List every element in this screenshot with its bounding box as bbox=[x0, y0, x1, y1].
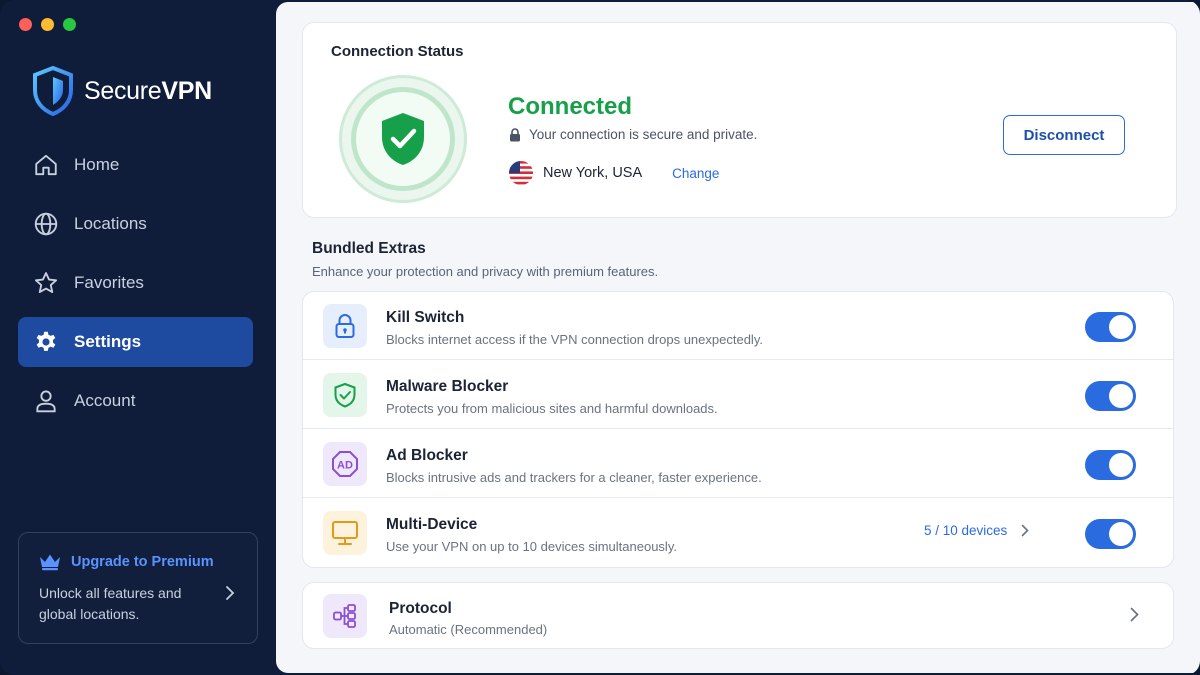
connection-indicator-inner bbox=[351, 87, 455, 191]
feature-icon-box bbox=[323, 373, 367, 417]
feature-name: Ad Blocker bbox=[386, 447, 468, 464]
current-location: New York, USA Change bbox=[509, 161, 719, 185]
lock-icon bbox=[335, 314, 355, 338]
main-content: Connection Status Connected Your connect… bbox=[276, 2, 1200, 673]
premium-title: Upgrade to Premium bbox=[71, 554, 214, 570]
multi-device-toggle[interactable] bbox=[1085, 519, 1136, 549]
shield-check-icon bbox=[382, 113, 424, 165]
feature-row-ad-blocker: AD Ad Blocker Blocks intrusive ads and t… bbox=[303, 430, 1173, 498]
secure-message: Your connection is secure and private. bbox=[509, 127, 757, 142]
connection-status-card: Connection Status Connected Your connect… bbox=[302, 22, 1177, 218]
shield-check-icon bbox=[334, 382, 356, 408]
user-icon bbox=[36, 390, 56, 413]
network-icon bbox=[333, 604, 356, 628]
app-window: SecureVPN Home Locations Favorites Setti… bbox=[0, 0, 1200, 675]
connection-status-title: Connection Status bbox=[331, 43, 464, 60]
home-icon bbox=[35, 154, 57, 176]
brand-name: SecureVPN bbox=[84, 76, 212, 105]
sidebar-item-settings[interactable]: Settings bbox=[18, 317, 253, 367]
connection-status-text: Connected bbox=[508, 93, 633, 120]
protocol-label: Protocol bbox=[389, 600, 452, 617]
location-name: New York, USA bbox=[543, 165, 643, 181]
feature-icon-box: AD bbox=[323, 442, 367, 486]
connection-indicator bbox=[339, 75, 467, 203]
chevron-right-icon bbox=[1130, 607, 1139, 622]
sidebar-item-label: Home bbox=[74, 155, 120, 174]
premium-description: Unlock all features and global locations… bbox=[39, 585, 182, 622]
ad-blocker-toggle[interactable] bbox=[1085, 450, 1136, 480]
feature-name: Kill Switch bbox=[386, 309, 465, 326]
sidebar-item-home[interactable]: Home bbox=[18, 140, 253, 190]
devices-count: 5 / 10 devices bbox=[924, 523, 1008, 538]
sidebar-item-label: Locations bbox=[74, 214, 147, 233]
protocol-value: Automatic (Recommended) bbox=[389, 622, 548, 637]
feature-description: Use your VPN on up to 10 devices simulta… bbox=[386, 539, 677, 554]
sidebar-item-account[interactable]: Account bbox=[18, 376, 253, 426]
feature-icon-box bbox=[323, 594, 367, 638]
disconnect-button[interactable]: Disconnect bbox=[1003, 115, 1125, 155]
feature-description: Blocks internet access if the VPN connec… bbox=[386, 332, 763, 347]
lock-icon bbox=[510, 127, 520, 141]
feature-icon-box bbox=[323, 304, 367, 348]
gear-icon bbox=[36, 331, 56, 351]
brand-logo: SecureVPN bbox=[32, 66, 212, 116]
features-list: Kill Switch Blocks internet access if th… bbox=[302, 291, 1174, 568]
shield-logo-icon bbox=[33, 66, 73, 116]
secure-text: Your connection is secure and private. bbox=[529, 127, 758, 142]
sidebar: SecureVPN Home Locations Favorites Setti… bbox=[0, 0, 276, 675]
sidebar-item-favorites[interactable]: Favorites bbox=[18, 258, 253, 308]
us-flag-icon bbox=[509, 161, 533, 185]
sidebar-item-label: Account bbox=[74, 391, 136, 410]
protocol-row[interactable]: Protocol Automatic (Recommended) bbox=[302, 582, 1174, 649]
feature-icon-box bbox=[323, 511, 367, 555]
feature-description: Protects you from malicious sites and ha… bbox=[386, 401, 718, 416]
feature-name: Multi-Device bbox=[386, 516, 478, 533]
ad-block-icon: AD bbox=[332, 451, 358, 477]
feature-description: Blocks intrusive ads and trackers for a … bbox=[386, 470, 762, 485]
feature-row-malware-blocker: Malware Blocker Protects you from malici… bbox=[303, 361, 1173, 429]
extras-title: Bundled Extras bbox=[312, 240, 426, 257]
upgrade-premium-card[interactable]: Upgrade to Premium Unlock all features a… bbox=[18, 532, 258, 644]
change-location-link[interactable]: Change bbox=[672, 166, 719, 181]
sidebar-item-label: Favorites bbox=[74, 273, 144, 292]
star-icon bbox=[35, 272, 57, 294]
svg-text:AD: AD bbox=[337, 460, 353, 472]
feature-name: Malware Blocker bbox=[386, 378, 509, 395]
sidebar-item-label: Settings bbox=[74, 332, 142, 351]
devices-count-link[interactable]: 5 / 10 devices bbox=[924, 523, 1029, 538]
sidebar-item-locations[interactable]: Locations bbox=[18, 199, 253, 249]
globe-icon bbox=[34, 212, 58, 236]
premium-header: Upgrade to Premium bbox=[39, 553, 237, 571]
feature-row-kill-switch: Kill Switch Blocks internet access if th… bbox=[303, 292, 1173, 360]
sidebar-nav: Home Locations Favorites Settings Accoun… bbox=[18, 140, 253, 435]
feature-row-multi-device: Multi-Device Use your VPN on up to 10 de… bbox=[303, 499, 1173, 567]
crown-icon bbox=[40, 554, 60, 571]
chevron-right-icon bbox=[1022, 524, 1029, 537]
extras-subtitle: Enhance your protection and privacy with… bbox=[312, 264, 659, 279]
kill-switch-toggle[interactable] bbox=[1085, 312, 1136, 342]
chevron-right-icon bbox=[226, 586, 235, 600]
malware-blocker-toggle[interactable] bbox=[1085, 381, 1136, 411]
monitor-icon bbox=[332, 521, 358, 545]
